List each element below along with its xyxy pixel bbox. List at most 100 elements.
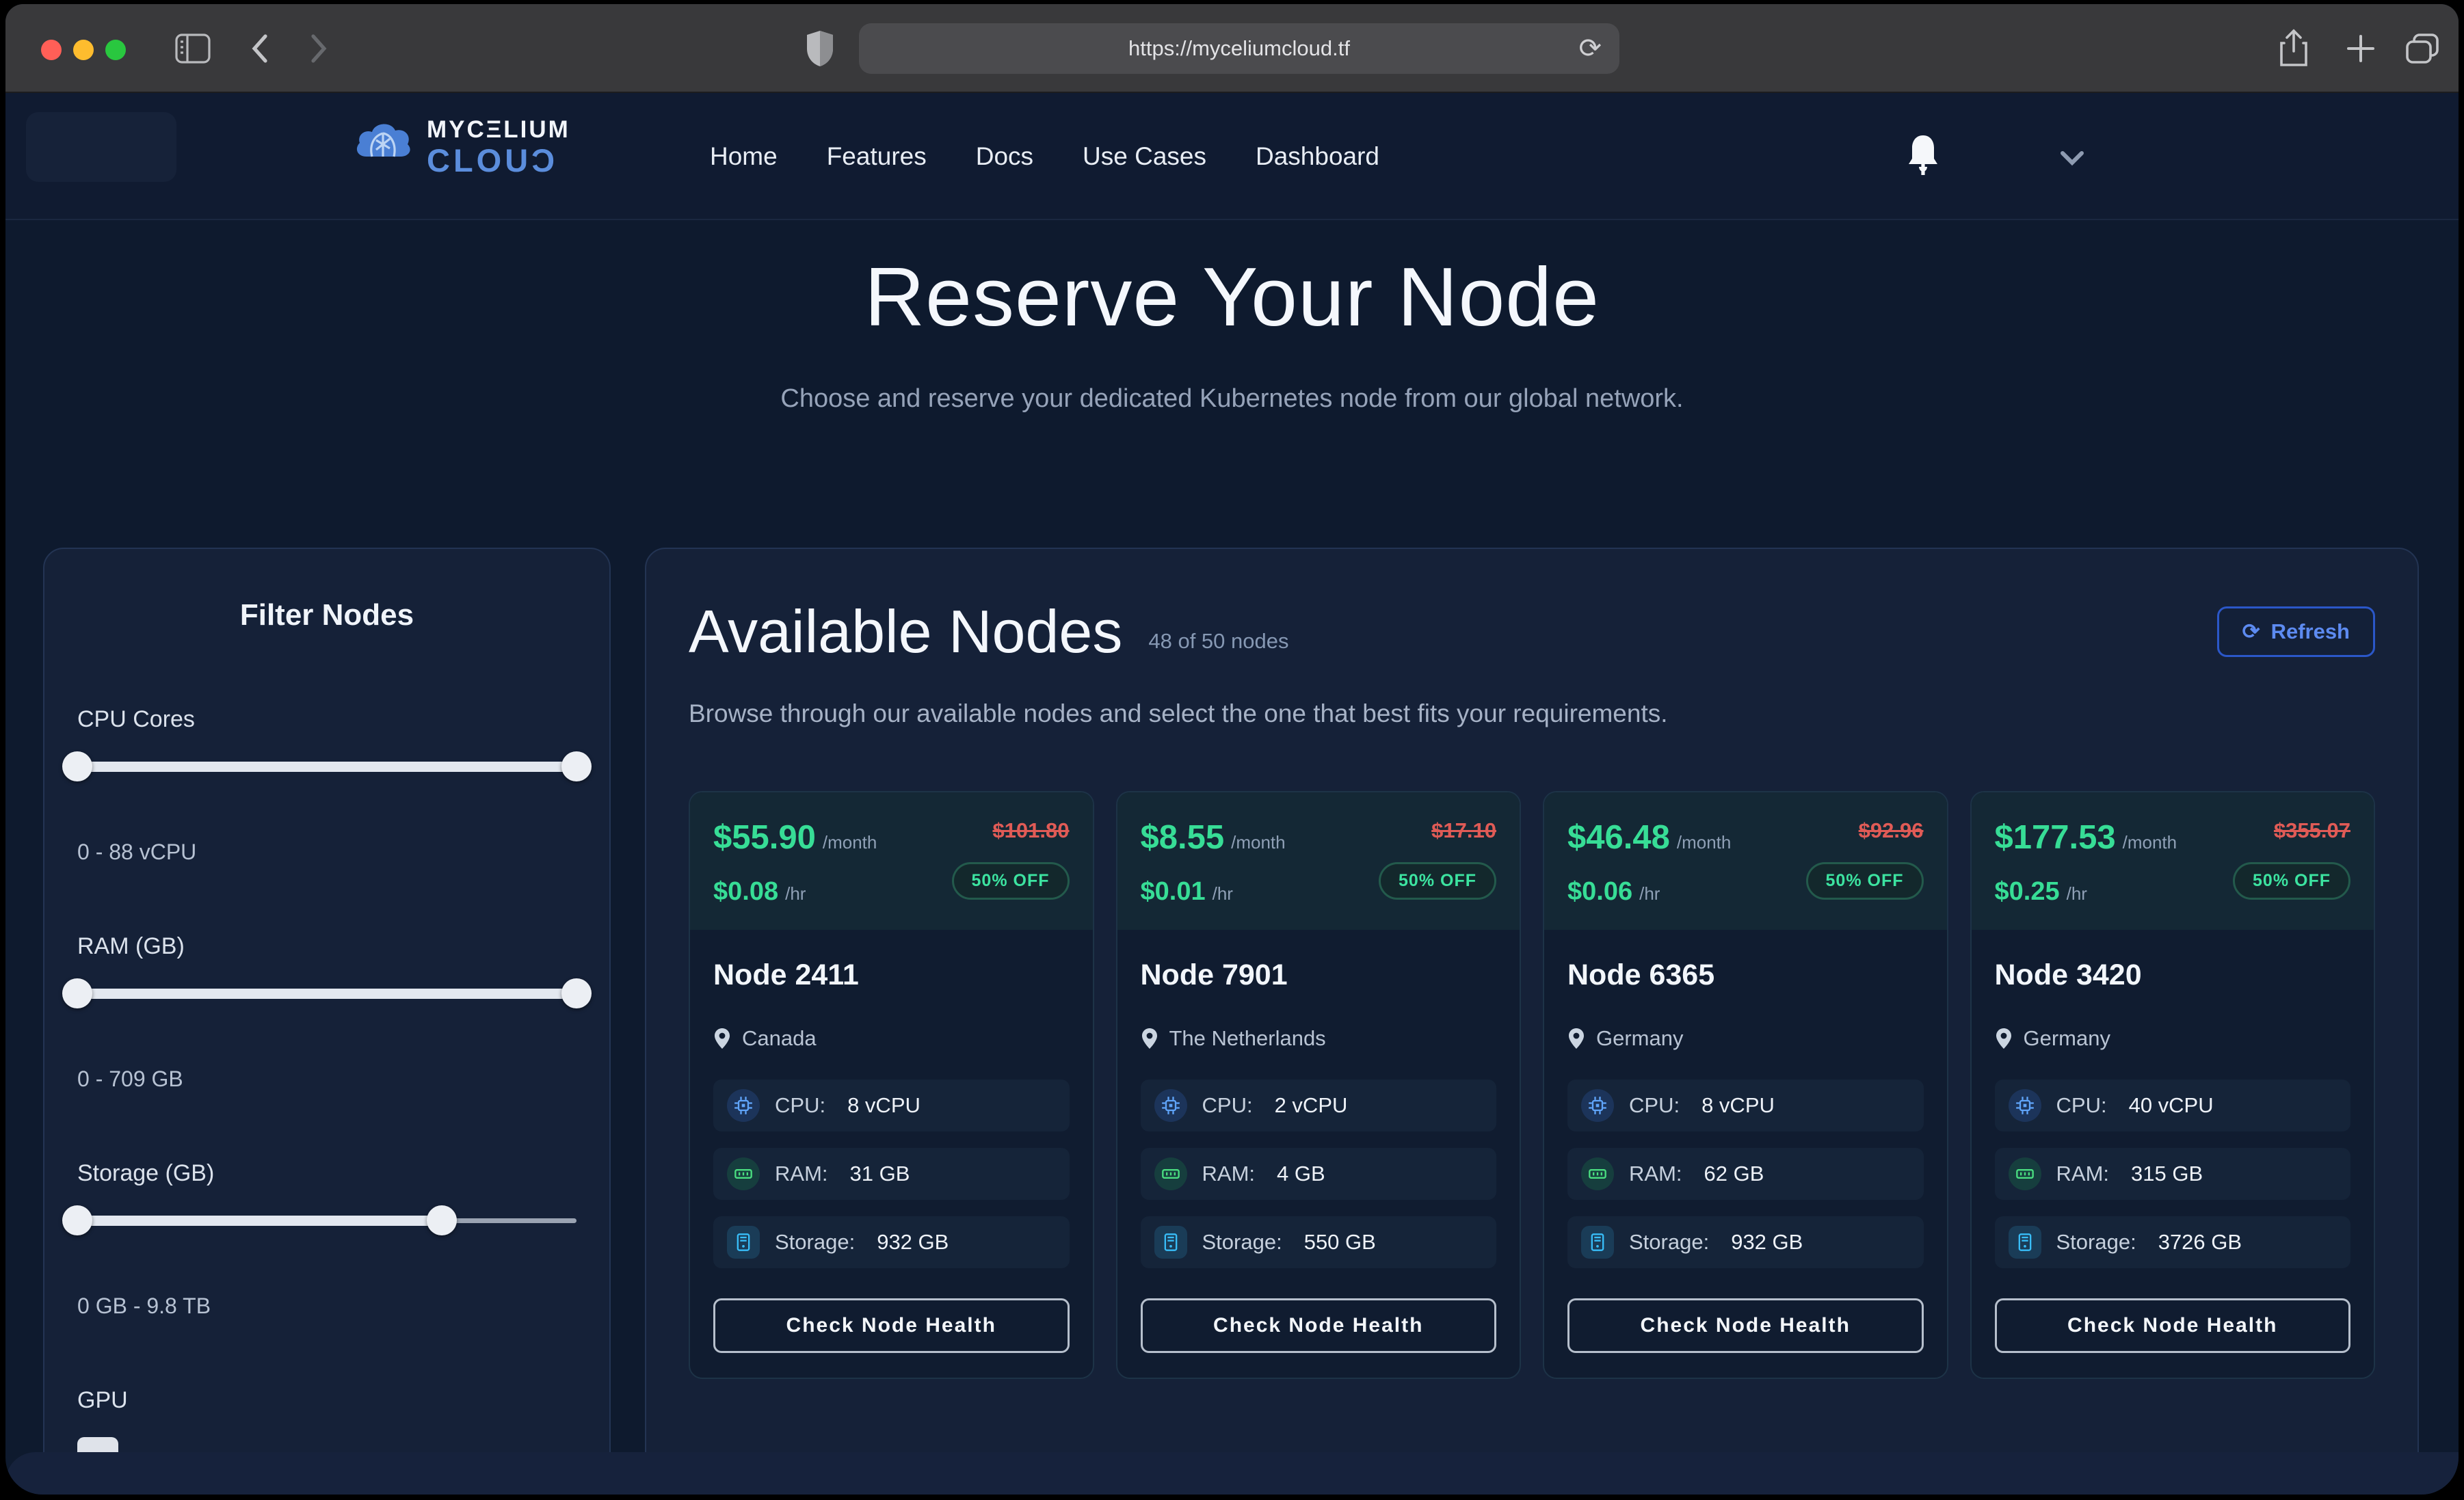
slider-thumb-min[interactable]: [62, 1205, 92, 1235]
spec-row-ram: RAM: 62 GB: [1567, 1148, 1924, 1200]
slider-thumb-max[interactable]: [427, 1205, 457, 1235]
node-card-pricing: $8.55 /month $0.01 /hr $17.10 50% OFF: [1117, 792, 1520, 930]
spec-label: CPU:: [775, 1093, 825, 1118]
spec-label: Storage:: [1202, 1230, 1282, 1255]
hourly-unit: /hr: [785, 883, 806, 905]
spec-value: 40 vCPU: [2129, 1093, 2214, 1118]
chevron-down-icon[interactable]: [2057, 148, 2087, 172]
check-node-health-button[interactable]: Check Node Health: [1141, 1298, 1497, 1353]
close-window-button[interactable]: [41, 40, 62, 60]
slider-active-range: [77, 1216, 442, 1226]
hourly-price: $0.01: [1141, 877, 1206, 907]
brand-logo[interactable]: MYCΞLIUM CLOUƆ: [353, 118, 570, 176]
slider-thumb-min[interactable]: [62, 751, 92, 781]
node-card-body: Node 7901 The Netherlands CPU:: [1117, 930, 1520, 1378]
monthly-price: $55.90: [713, 818, 816, 857]
slider-thumb-max[interactable]: [561, 978, 592, 1008]
brand-name-top: MYCΞLIUM: [427, 118, 570, 142]
original-price: $17.10: [1431, 818, 1496, 843]
cpu-icon: [1154, 1089, 1187, 1122]
node-card: $8.55 /month $0.01 /hr $17.10 50% OFF No…: [1116, 791, 1522, 1379]
slider-thumb-max[interactable]: [561, 751, 592, 781]
spec-value: 4 GB: [1277, 1162, 1325, 1186]
back-button[interactable]: [246, 4, 274, 93]
discount-badge: 50% OFF: [1379, 862, 1496, 900]
storage-icon: [727, 1226, 760, 1259]
spec-label: RAM:: [1202, 1162, 1256, 1186]
location-pin-icon: [1141, 1027, 1158, 1050]
refresh-button[interactable]: ⟳ Refresh: [2217, 606, 2375, 657]
nav-link-docs[interactable]: Docs: [976, 142, 1033, 171]
storage-icon: [2009, 1226, 2041, 1259]
ram-label: RAM (GB): [77, 933, 577, 960]
check-node-health-button[interactable]: Check Node Health: [713, 1298, 1070, 1353]
hourly-price: $0.25: [1995, 877, 2060, 907]
ram-icon: [1581, 1157, 1614, 1190]
ram-range-slider[interactable]: [77, 978, 577, 1009]
spec-value: 932 GB: [1731, 1230, 1803, 1255]
site-navbar: MYCΞLIUM CLOUƆ Home Features Docs Use Ca…: [5, 93, 2459, 220]
minimize-window-button[interactable]: [73, 40, 94, 60]
gpu-label: GPU: [77, 1387, 577, 1414]
slider-active-range: [77, 989, 577, 999]
node-name: Node 7901: [1141, 959, 1497, 992]
reload-icon[interactable]: ⟳: [1578, 34, 1602, 64]
spec-row-storage: Storage: 932 GB: [1567, 1216, 1924, 1268]
address-bar[interactable]: https://myceliumcloud.tf ⟳: [859, 23, 1619, 74]
spec-label: Storage:: [1629, 1230, 1709, 1255]
storage-range-slider[interactable]: [77, 1205, 577, 1236]
spec-row-cpu: CPU: 40 vCPU: [1995, 1080, 2351, 1131]
monthly-price: $177.53: [1995, 818, 2116, 857]
original-price: $355.07: [2274, 818, 2350, 843]
sidebar-toggle-icon[interactable]: [175, 4, 211, 93]
ram-icon: [2009, 1157, 2041, 1190]
hourly-unit: /hr: [1639, 883, 1660, 905]
nav-link-dashboard[interactable]: Dashboard: [1256, 142, 1379, 171]
zoom-window-button[interactable]: [105, 40, 126, 60]
nav-link-features[interactable]: Features: [827, 142, 927, 171]
privacy-shield-icon[interactable]: [804, 4, 836, 93]
nodes-count: 48 of 50 nodes: [1148, 629, 1288, 654]
storage-label: Storage (GB): [77, 1160, 577, 1187]
nav-link-use-cases[interactable]: Use Cases: [1083, 142, 1206, 171]
tab-overview-icon[interactable]: [2405, 4, 2440, 93]
slider-thumb-min[interactable]: [62, 978, 92, 1008]
location-pin-icon: [713, 1027, 731, 1050]
mycelium-cloud-logo-icon: [353, 118, 414, 176]
spec-value: 3726 GB: [2158, 1230, 2242, 1255]
nav-link-home[interactable]: Home: [710, 142, 778, 171]
cpu-cores-label: CPU Cores: [77, 706, 577, 733]
check-node-health-button[interactable]: Check Node Health: [1567, 1298, 1924, 1353]
original-price: $101.80: [992, 818, 1069, 843]
location-pin-icon: [1995, 1027, 2013, 1050]
refresh-label: Refresh: [2271, 619, 2350, 644]
spec-row-storage: Storage: 932 GB: [713, 1216, 1070, 1268]
new-tab-icon[interactable]: [2344, 4, 2377, 93]
node-card-body: Node 2411 Canada CPU:: [690, 930, 1093, 1378]
main-content: Filter Nodes CPU Cores 0 - 88 vCPU RAM (…: [5, 548, 2459, 1495]
notifications-bell-icon[interactable]: [1903, 133, 1943, 181]
cpu-cores-range-slider[interactable]: [77, 751, 577, 782]
node-card-body: Node 6365 Germany CPU:: [1544, 930, 1947, 1378]
spec-value: 8 vCPU: [1701, 1093, 1775, 1118]
spec-value: 2 vCPU: [1275, 1093, 1348, 1118]
nav-placeholder: [26, 112, 176, 182]
nodes-title: Available Nodes: [689, 597, 1122, 667]
spec-row-storage: Storage: 3726 GB: [1995, 1216, 2351, 1268]
refresh-icon: ⟳: [2242, 619, 2260, 644]
node-location: Germany: [1596, 1026, 1683, 1051]
ram-range-text: 0 - 709 GB: [77, 1067, 577, 1092]
check-node-health-button[interactable]: Check Node Health: [1995, 1298, 2351, 1353]
discount-badge: 50% OFF: [2233, 862, 2350, 900]
share-icon[interactable]: [2277, 4, 2310, 93]
available-nodes-panel: Available Nodes 48 of 50 nodes ⟳ Refresh…: [645, 548, 2419, 1495]
node-specs: CPU: 40 vCPU RAM: 315 GB: [1995, 1080, 2351, 1268]
node-location: Germany: [2024, 1026, 2110, 1051]
node-location: Canada: [742, 1026, 817, 1051]
node-specs: CPU: 2 vCPU RAM: 4 GB: [1141, 1080, 1497, 1268]
original-price: $92.96: [1859, 818, 1924, 843]
ram-icon: [727, 1157, 760, 1190]
forward-button[interactable]: [305, 4, 332, 93]
monthly-price: $46.48: [1567, 818, 1670, 857]
hourly-unit: /hr: [2067, 883, 2087, 905]
